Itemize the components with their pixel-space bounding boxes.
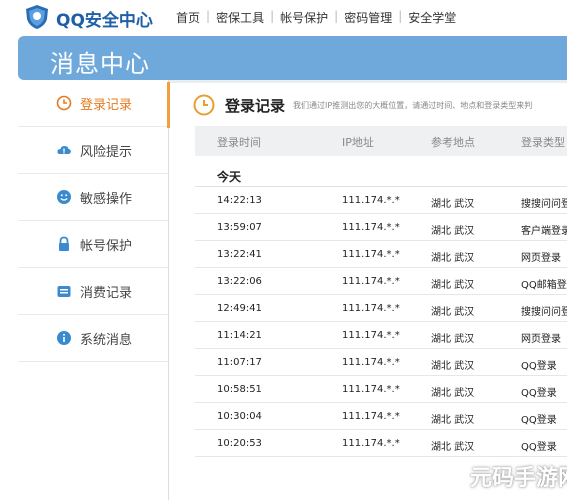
cell-login-type: QQ登录	[521, 415, 557, 426]
nav-password-management[interactable]: 密码管理	[338, 9, 398, 26]
watermark: 元码手游网	[470, 466, 567, 491]
cell-time: 14:22:13	[217, 195, 262, 206]
cloud-alert-icon	[57, 146, 71, 154]
cell-time: 10:20:53	[217, 438, 262, 449]
info-icon	[57, 331, 71, 345]
cell-ip: 111.174.*.*	[342, 276, 400, 287]
nav-security-tools[interactable]: 密保工具	[210, 9, 270, 26]
table-row: 13:59:07 111.174.*.* 湖北 武汉 客户端登录	[195, 214, 567, 241]
table-row: 14:22:13 111.174.*.* 湖北 武汉 搜搜问问登	[195, 187, 567, 214]
page-title: 消息中心	[50, 50, 150, 78]
lock-icon	[59, 236, 69, 251]
sidebar-divider	[168, 80, 169, 500]
column-header-ip: IP地址	[342, 136, 374, 149]
cell-login-type: 客户端登录	[521, 226, 567, 237]
clock-icon	[56, 95, 72, 111]
cell-time: 13:22:06	[217, 276, 262, 287]
cell-login-type: QQ登录	[521, 388, 557, 399]
shield-logo-icon[interactable]	[24, 4, 50, 30]
table-row: 13:22:41 111.174.*.* 湖北 武汉 网页登录	[195, 241, 567, 268]
table-row: 10:30:04 111.174.*.* 湖北 武汉 QQ登录	[195, 403, 567, 430]
sidebar-item-consumption-records[interactable]: 消费记录	[18, 268, 168, 315]
cell-location: 湖北 武汉	[431, 253, 475, 264]
sidebar-item-sensitive-ops[interactable]: 敏感操作	[18, 174, 168, 221]
column-header-login-type: 登录类型	[521, 136, 565, 149]
sidebar-item-label: 帐号保护	[80, 238, 133, 254]
cell-time: 10:30:04	[217, 411, 262, 422]
sidebar-item-label: 消费记录	[80, 285, 133, 301]
top-navbar: QQ安全中心 首页 | 密保工具 | 帐号保护 | 密码管理 | 安全学堂	[0, 0, 567, 34]
cell-ip: 111.174.*.*	[342, 330, 400, 341]
cell-time: 10:58:51	[217, 384, 262, 395]
cell-time: 11:07:17	[217, 357, 262, 368]
sidebar-item-account-protection[interactable]: 帐号保护	[18, 221, 168, 268]
cell-ip: 111.174.*.*	[342, 303, 400, 314]
cell-location: 湖北 武汉	[431, 307, 475, 318]
table-row: 10:58:51 111.174.*.* 湖北 武汉 QQ登录	[195, 376, 567, 403]
cell-time: 11:14:21	[217, 330, 262, 341]
cell-location: 湖北 武汉	[431, 334, 475, 345]
cell-ip: 111.174.*.*	[342, 222, 400, 233]
sidebar-item-label: 敏感操作	[80, 191, 133, 207]
cell-ip: 111.174.*.*	[342, 357, 400, 368]
cell-time: 13:22:41	[217, 249, 262, 260]
cell-login-type: 搜搜问问登	[521, 307, 567, 318]
nav-home[interactable]: 首页	[170, 9, 206, 26]
sidebar-item-system-messages[interactable]: 系统消息	[18, 315, 168, 362]
table-row: 12:49:41 111.174.*.* 湖北 武汉 搜搜问问登	[195, 295, 567, 322]
cell-ip: 111.174.*.*	[342, 249, 400, 260]
nav-security-school[interactable]: 安全学堂	[402, 9, 462, 26]
sidebar: 登录记录 风险提示 敏感操作 帐号保护 消费记录 系统消息	[18, 80, 168, 500]
sidebar-item-login-records[interactable]: 登录记录	[18, 80, 168, 127]
page-banner: 消息中心	[18, 36, 567, 80]
cell-ip: 111.174.*.*	[342, 384, 400, 395]
table-header: 登录时间 IP地址 参考地点 登录类型	[195, 126, 567, 156]
cell-ip: 111.174.*.*	[342, 411, 400, 422]
cell-time: 12:49:41	[217, 303, 262, 314]
table-row: 13:22:06 111.174.*.* 湖北 武汉 QQ邮箱登录	[195, 268, 567, 295]
section-header: 登录记录 我们通过IP推测出您的大概位置，请通过时间、地点和登录类型来判	[193, 90, 532, 120]
sidebar-item-label: 风险提示	[80, 144, 133, 160]
section-description: 我们通过IP推测出您的大概位置，请通过时间、地点和登录类型来判	[293, 100, 533, 110]
table-row: 10:20:53 111.174.*.* 湖北 武汉 QQ登录	[195, 430, 567, 457]
cell-login-type: 网页登录	[521, 334, 561, 345]
cell-ip: 111.174.*.*	[342, 438, 400, 449]
section-title: 登录记录	[225, 96, 286, 115]
clock-icon	[193, 94, 215, 116]
cell-login-type: QQ邮箱登录	[521, 280, 567, 291]
column-header-location: 参考地点	[431, 136, 475, 149]
smiley-icon	[57, 190, 71, 204]
table-row: 11:14:21 111.174.*.* 湖北 武汉 网页登录	[195, 322, 567, 349]
cell-location: 湖北 武汉	[431, 361, 475, 372]
cell-location: 湖北 武汉	[431, 280, 475, 291]
date-group-label: 今天	[217, 170, 242, 184]
cell-location: 湖北 武汉	[431, 388, 475, 399]
table-row: 11:07:17 111.174.*.* 湖北 武汉 QQ登录	[195, 349, 567, 376]
cell-location: 湖北 武汉	[431, 415, 475, 426]
wallet-icon	[57, 286, 71, 297]
cell-login-type: 搜搜问问登	[521, 199, 567, 210]
active-item-indicator	[167, 82, 170, 128]
sidebar-item-label: 登录记录	[80, 97, 133, 113]
cell-login-type: 网页登录	[521, 253, 561, 264]
cell-login-type: QQ登录	[521, 442, 557, 453]
cell-ip: 111.174.*.*	[342, 195, 400, 206]
sidebar-item-risk-alerts[interactable]: 风险提示	[18, 127, 168, 174]
nav-account-protection[interactable]: 帐号保护	[274, 9, 334, 26]
column-header-time: 登录时间	[217, 136, 261, 149]
cell-location: 湖北 武汉	[431, 442, 475, 453]
cell-time: 13:59:07	[217, 222, 262, 233]
sidebar-item-label: 系统消息	[80, 332, 133, 348]
brand-title[interactable]: QQ安全中心	[56, 6, 153, 31]
cell-location: 湖北 武汉	[431, 226, 475, 237]
cell-login-type: QQ登录	[521, 361, 557, 372]
main-nav: 首页 | 密保工具 | 帐号保护 | 密码管理 | 安全学堂	[170, 9, 462, 26]
cell-location: 湖北 武汉	[431, 199, 475, 210]
